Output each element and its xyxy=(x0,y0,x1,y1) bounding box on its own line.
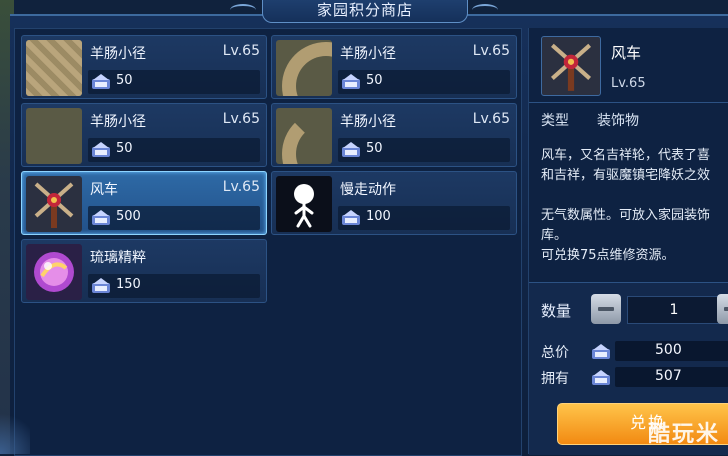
home-points-icon xyxy=(342,142,360,157)
crystal-orb-icon xyxy=(26,244,82,300)
windmill-icon xyxy=(26,176,82,232)
curved-path-icon xyxy=(276,40,332,96)
type-value: 装饰物 xyxy=(597,113,639,129)
window-title: 家园积分商店 xyxy=(262,0,468,23)
item-price-row: 50 xyxy=(338,138,510,162)
item-level: Lv.65 xyxy=(222,179,260,195)
minus-icon xyxy=(598,307,614,311)
item-level: Lv.65 xyxy=(472,43,510,59)
title-ornament-right xyxy=(472,4,498,16)
description-line: 可兑换75点维修资源。 xyxy=(541,248,675,263)
item-level: Lv.65 xyxy=(222,43,260,59)
stone-path-icon xyxy=(26,40,82,96)
description-line: 无气数属性。可放入家园装饰 xyxy=(541,208,711,223)
shop-item-curved-path[interactable]: 羊肠小径 Lv.65 50 xyxy=(271,103,517,167)
item-name: 琉璃精粹 xyxy=(90,250,146,266)
item-price-row: 100 xyxy=(338,206,510,230)
home-points-icon xyxy=(92,142,110,157)
shop-item-walk-action[interactable]: 慢走动作 100 xyxy=(271,171,517,235)
windmill-icon xyxy=(541,36,601,96)
detail-item-name: 风车 xyxy=(611,44,642,62)
type-label: 类型 xyxy=(541,113,569,129)
item-price-row: 500 xyxy=(88,206,260,230)
description-line xyxy=(541,186,728,206)
item-price: 50 xyxy=(116,73,133,88)
owned-value: 507 xyxy=(655,368,682,384)
home-points-icon xyxy=(592,344,610,359)
item-price-row: 150 xyxy=(88,274,260,298)
item-price-row: 50 xyxy=(88,138,260,162)
item-price: 100 xyxy=(366,209,391,224)
shop-item-stone-path[interactable]: 羊肠小径 Lv.65 50 xyxy=(21,35,267,99)
increase-quantity-button[interactable] xyxy=(717,294,728,324)
item-price: 50 xyxy=(366,73,383,88)
minus-icon xyxy=(724,307,728,311)
divider xyxy=(529,102,728,103)
home-points-icon xyxy=(592,370,610,385)
item-price: 50 xyxy=(366,141,383,156)
item-grid: 羊肠小径 Lv.65 50 羊肠小径 Lv.65 50 羊肠小径 Lv.65 5… xyxy=(14,28,522,456)
item-description: 风车，又名吉祥轮，代表了喜 和吉祥，有驱魔镇宅降妖之效 无气数属性。可放入家园装… xyxy=(541,146,728,266)
item-name: 羊肠小径 xyxy=(340,114,396,130)
curved-path-icon xyxy=(26,108,82,164)
title-ornament-left xyxy=(230,4,256,16)
home-points-icon xyxy=(342,74,360,89)
description-line: 库。 xyxy=(541,228,568,243)
decrease-quantity-button[interactable] xyxy=(591,294,621,324)
home-points-icon xyxy=(92,74,110,89)
item-name: 慢走动作 xyxy=(340,182,396,198)
total-label: 总价 xyxy=(541,345,569,361)
home-points-icon xyxy=(92,278,110,293)
item-level: Lv.65 xyxy=(222,111,260,127)
shop-item-curved-path[interactable]: 羊肠小径 Lv.65 50 xyxy=(271,35,517,99)
item-name: 风车 xyxy=(90,182,118,198)
quantity-label: 数量 xyxy=(541,302,572,320)
description-line: 风车，又名吉祥轮，代表了喜 xyxy=(541,148,711,163)
shop-item-crystal-essence[interactable]: 琉璃精粹 150 xyxy=(21,239,267,303)
description-line: 和吉祥，有驱魔镇宅降妖之效 xyxy=(541,168,711,183)
owned-label: 拥有 xyxy=(541,371,569,387)
detail-item-level: Lv.65 xyxy=(611,76,646,91)
item-detail-panel: 风车 Lv.65 类型 装饰物 风车，又名吉祥轮，代表了喜 和吉祥，有驱魔镇宅降… xyxy=(528,28,728,455)
item-price-row: 50 xyxy=(338,70,510,94)
item-name: 羊肠小径 xyxy=(90,114,146,130)
corner-ornament xyxy=(0,394,30,454)
home-points-icon xyxy=(92,210,110,225)
item-name: 羊肠小径 xyxy=(340,46,396,62)
walking-figure-icon xyxy=(276,176,332,232)
curved-path-icon xyxy=(276,108,332,164)
home-points-icon xyxy=(342,210,360,225)
item-price: 50 xyxy=(116,141,133,156)
item-name: 羊肠小径 xyxy=(90,46,146,62)
watermark: 酷玩米 xyxy=(647,422,720,447)
item-level: Lv.65 xyxy=(472,111,510,127)
item-price-row: 50 xyxy=(88,70,260,94)
item-price: 500 xyxy=(116,209,141,224)
window-title-text: 家园积分商店 xyxy=(316,1,413,19)
shop-item-windmill[interactable]: 风车 Lv.65 500 xyxy=(21,171,267,235)
total-value: 500 xyxy=(655,342,682,358)
shop-item-curved-path[interactable]: 羊肠小径 Lv.65 50 xyxy=(21,103,267,167)
quantity-input[interactable]: 1 xyxy=(627,296,721,324)
item-price: 150 xyxy=(116,277,141,292)
